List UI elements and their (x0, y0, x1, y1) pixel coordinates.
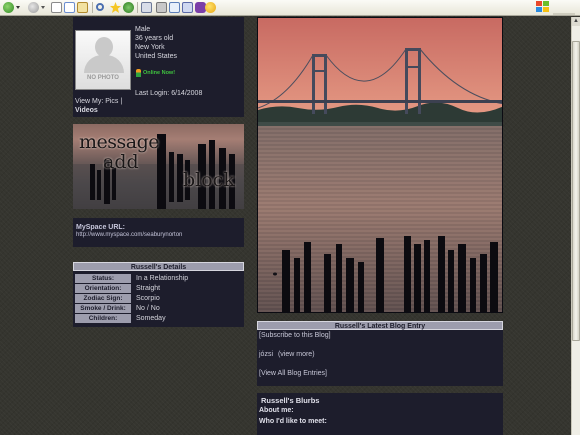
details-key: Zodiac Sign: (75, 294, 131, 303)
blurbs-header: Russell's Blurbs (261, 396, 320, 405)
myspace-url-value[interactable]: http://www.myspace.com/seaburynorton (76, 232, 182, 238)
details-value: Scorpio (136, 295, 160, 302)
add-friend-button[interactable]: add (103, 151, 139, 173)
forward-dropdown-icon[interactable] (41, 6, 45, 9)
view-pics-link[interactable]: View My: Pics | (75, 98, 122, 105)
online-status: Online Now! (136, 69, 175, 77)
blurbs-box: Russell's Blurbs About me: Who I'd like … (257, 393, 503, 435)
profile-city: New York (135, 44, 165, 51)
myspace-url-box: MySpace URL: http://www.myspace.com/seab… (73, 218, 244, 247)
bridge-photo-image (258, 18, 502, 312)
profile-country: United States (135, 53, 178, 60)
blog-entry: józsi (view more) (259, 351, 315, 358)
back-icon[interactable] (3, 2, 14, 13)
history-icon[interactable] (123, 2, 134, 13)
details-value: No / No (136, 305, 160, 312)
message-button[interactable]: message (79, 131, 160, 153)
details-row-status: Status: In a Relationship (73, 274, 239, 284)
details-row-zodiac: Zodiac Sign: Scorpio (73, 294, 239, 304)
progress-indicator (553, 13, 575, 15)
subscribe-blog-link[interactable]: [Subscribe to this Blog] (259, 332, 331, 339)
scroll-thumb[interactable] (572, 41, 580, 341)
details-value: Someday (136, 315, 166, 322)
last-login: Last Login: 6/14/2008 (135, 90, 203, 97)
back-dropdown-icon[interactable] (16, 6, 20, 9)
windows-logo-icon (536, 1, 550, 13)
search-icon[interactable] (96, 3, 104, 11)
profile-box: NO PHOTO Male 36 years old New York Unit… (73, 17, 244, 117)
online-now-label: Online Now! (142, 70, 176, 76)
details-row-smoke-drink: Smoke / Drink: No / No (73, 304, 239, 314)
details-key: Orientation: (75, 284, 131, 293)
print-icon[interactable] (156, 2, 167, 13)
no-photo-label: NO PHOTO (87, 75, 119, 81)
toolbar-separator (137, 2, 138, 13)
mail-icon[interactable] (141, 2, 152, 13)
who-to-meet-label: Who I'd like to meet: (259, 418, 327, 425)
toolbar-separator (92, 2, 93, 13)
profile-age: 36 years old (135, 35, 174, 42)
browser-toolbar (0, 0, 580, 16)
blog-entry-title[interactable]: józsi (259, 351, 273, 358)
vertical-scrollbar[interactable]: ▲ (571, 17, 580, 435)
forward-icon[interactable] (28, 2, 39, 13)
scroll-up-icon[interactable]: ▲ (572, 17, 580, 26)
profile-gender: Male (135, 26, 151, 33)
details-box: Russell's Details Status: In a Relations… (73, 262, 244, 327)
online-person-icon (136, 69, 141, 77)
block-user-button[interactable]: block (183, 169, 235, 191)
favorites-icon[interactable] (110, 2, 121, 13)
details-row-children: Children: Someday (73, 314, 239, 324)
refresh-icon[interactable] (64, 2, 75, 13)
myspace-url-label: MySpace URL: (76, 224, 126, 231)
details-header: Russell's Details (73, 262, 244, 271)
details-key: Status: (75, 274, 131, 283)
discuss-icon[interactable] (182, 2, 193, 13)
details-key: Smoke / Drink: (75, 304, 131, 313)
details-value: Straight (136, 285, 161, 292)
home-icon[interactable] (77, 2, 88, 13)
blog-box: Russell's Latest Blog Entry [Subscribe t… (257, 321, 503, 386)
emoticon-icon[interactable] (205, 2, 216, 13)
details-value: In a Relationship (136, 275, 189, 282)
view-all-blog-entries-link[interactable]: [View All Blog Entries] (259, 370, 327, 377)
bridge-photo (257, 17, 503, 313)
blog-header: Russell's Latest Blog Entry (257, 321, 503, 330)
details-key: Children: (75, 314, 131, 323)
contact-banner: message add block (73, 124, 244, 209)
profile-photo-placeholder[interactable]: NO PHOTO (75, 30, 131, 90)
about-me-label: About me: (259, 407, 294, 414)
videos-link[interactable]: Videos (75, 107, 98, 114)
view-more-link[interactable]: (view more) (278, 351, 315, 358)
details-row-orientation: Orientation: Straight (73, 284, 239, 294)
stop-icon[interactable] (51, 2, 62, 13)
edit-icon[interactable] (169, 2, 180, 13)
